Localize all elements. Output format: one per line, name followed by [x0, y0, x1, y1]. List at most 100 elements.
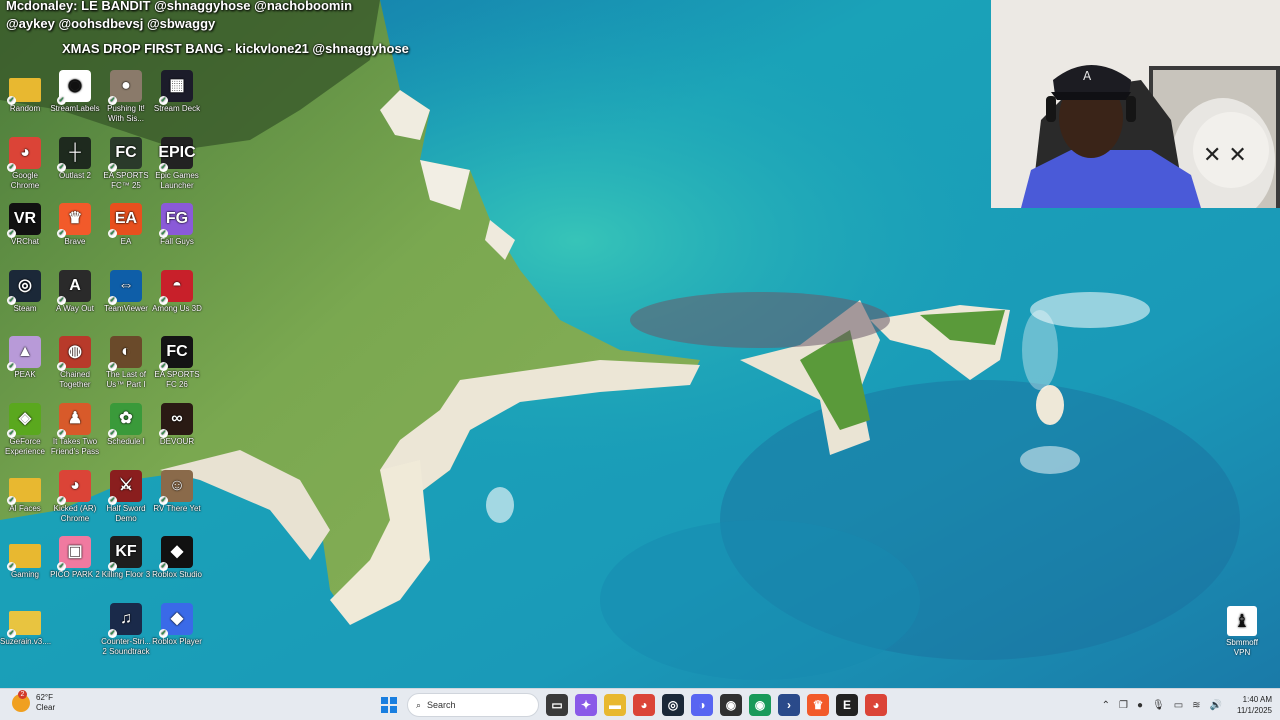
desktop-shortcut[interactable]: ◕ ✓ Google Chrome	[0, 136, 50, 191]
desktop-shortcut[interactable]: ◈ ✓ GeForce Experience	[0, 403, 50, 457]
desktop-shortcut[interactable]: FG ✓ Fall Guys	[152, 203, 202, 247]
desktop-shortcut-label: Random	[9, 104, 41, 113]
desktop-shortcut[interactable]: ☺ ✓ RV There Yet	[152, 469, 202, 514]
teamviewer-icon: ⇔ ✓	[108, 269, 142, 305]
desktop-shortcut[interactable]: ◍ ✓ Chained Together	[50, 336, 100, 390]
taskbar-copilot-icon[interactable]: ✦	[575, 694, 597, 716]
wifi-icon[interactable]: ≋	[1192, 700, 1200, 711]
taskbar-steam-icon[interactable]: ◎	[662, 694, 684, 716]
desktop-shortcut[interactable]: ◉ ✓ StreamLabels	[50, 70, 100, 114]
desktop-shortcut-label: Stream Deck	[153, 104, 201, 113]
sync-check-icon: ✓	[159, 295, 168, 305]
brave-icon: ♛ ✓	[57, 203, 91, 239]
desktop-shortcut[interactable]: ∞ ✓ DEVOUR	[152, 403, 202, 447]
sbmmoff-vpn-icon: ♝	[1227, 606, 1257, 636]
desktop-shortcut[interactable]: ✓ AI Faces	[0, 470, 50, 514]
weather-widget[interactable]: 2 62°F Clear	[12, 690, 55, 713]
desktop-shortcut[interactable]: ✓ Random	[0, 70, 50, 114]
search-icon: ⌕	[416, 699, 422, 710]
desktop-shortcut[interactable]: ◓ ✓ Among Us 3D	[152, 269, 202, 314]
desktop-shortcut-label: RV There Yet	[153, 503, 201, 513]
desktop-shortcut[interactable]: VR ✓ VRChat	[0, 203, 50, 247]
desktop-shortcut-label: Killing Floor 3	[101, 570, 151, 580]
desktop-icon-grid: ✓ Random ◉ ✓ StreamLabels ● ✓ Pushing It! With …	[0, 70, 210, 670]
copilot-tray-icon[interactable]: ❐	[1119, 700, 1128, 711]
desktop-shortcut-label: GeForce Experience	[4, 437, 46, 456]
weather-temperature: 62°F	[36, 693, 53, 702]
start-button[interactable]	[378, 694, 400, 716]
folder-icon: ✓	[7, 544, 41, 572]
desktop-shortcut[interactable]: ✓ Suzerain.v3....	[0, 603, 51, 647]
desktop-shortcut[interactable]: ● ✓ Pushing It! With Sis...	[101, 70, 151, 124]
network-icon[interactable]: ▭	[1174, 700, 1183, 711]
desktop-shortcut[interactable]: FC ✓ EA SPORTS FC™ 25	[101, 136, 151, 191]
roblox-player-icon: ◆ ✓	[159, 602, 193, 638]
chevron-up-icon[interactable]: ⌃	[1102, 700, 1110, 711]
geforce-icon: ◈ ✓	[7, 403, 41, 438]
taskbar-clock[interactable]: 1:40 AM 11/1/2025	[1237, 694, 1272, 716]
killing-floor-icon: KF ✓	[108, 536, 142, 572]
desktop-shortcut[interactable]: ◕ ✓ Kicked (AR) Chrome	[50, 469, 100, 524]
stream-deck-icon: ▦ ✓	[159, 70, 193, 105]
ea-fc26-icon: FC ✓	[159, 336, 193, 372]
desktop-shortcut[interactable]: ♛ ✓ Brave	[50, 203, 100, 247]
desktop-shortcut[interactable]: ⇔ ✓ TeamViewer	[101, 269, 151, 314]
desktop-shortcut[interactable]: KF ✓ Killing Floor 3	[101, 536, 151, 580]
taskbar-brave-icon[interactable]: ♛	[807, 694, 829, 716]
sync-check-icon: ✓	[108, 295, 117, 305]
desktop-shortcut[interactable]: ◆ ✓ Roblox Player	[152, 602, 202, 647]
desktop-shortcut-label: Google Chrome	[10, 170, 40, 190]
sbmmoff-vpn-label: Sbmmoff VPN	[1226, 638, 1258, 657]
desktop-shortcut[interactable]: FC ✓ EA SPORTS FC 26	[152, 336, 202, 390]
desktop-shortcut[interactable]: EA ✓ EA	[101, 203, 151, 247]
sync-check-icon: ✓	[108, 628, 117, 638]
desktop-shortcut-label: Kicked (AR) Chrome	[53, 503, 97, 523]
clock-time: 1:40 AM	[1242, 695, 1272, 704]
desktop-shortcut[interactable]: ▦ ✓ Stream Deck	[152, 70, 202, 114]
taskbar-task-view-icon[interactable]: ▭	[546, 694, 568, 716]
desktop-shortcut[interactable]: ◐ ✓ The Last of Us™ Part I	[101, 336, 151, 390]
sync-check-icon: ✓	[7, 495, 16, 505]
desktop-shortcut-label: Gaming	[10, 570, 39, 580]
sync-check-icon: ✓	[159, 495, 168, 505]
desktop-shortcut[interactable]: ▲ ✓ PEAK	[0, 336, 50, 380]
desktop-shortcut[interactable]: ✿ ✓ Schedule I	[101, 403, 151, 447]
desktop-shortcut[interactable]: ▣ ✓ PICO PARK 2	[50, 536, 100, 580]
sync-check-icon: ✓	[7, 162, 16, 172]
chained-together-icon: ◍ ✓	[57, 336, 91, 372]
folder-icon: ✓	[7, 477, 41, 505]
desktop-shortcut[interactable]: ┼ ✓ Outlast 2	[50, 136, 100, 181]
taskbar-chrome-icon[interactable]: ◕	[633, 694, 655, 716]
schedule-one-icon: ✿ ✓	[108, 403, 142, 438]
last-of-us-icon: ◐ ✓	[108, 336, 142, 372]
desktop-shortcut[interactable]: ◆ ✓ Roblox Studio	[152, 536, 202, 580]
search-placeholder: Search	[427, 700, 456, 710]
roblox-studio-icon: ◆ ✓	[159, 536, 193, 572]
taskbar-epic-games-icon[interactable]: E	[836, 694, 858, 716]
desktop-shortcut[interactable]: ⚔ ✓ Half Sword Demo	[101, 469, 151, 524]
volume-icon[interactable]: 🔊	[1210, 700, 1222, 711]
taskbar-streamlabels-icon[interactable]: ◉	[749, 694, 771, 716]
desktop-shortcut[interactable]: ◎ ✓ Steam	[0, 269, 50, 314]
taskbar-obs-icon[interactable]: ◉	[720, 694, 742, 716]
sbmmoff-vpn-shortcut[interactable]: ♝ Sbmmoff VPN	[1219, 606, 1265, 658]
desktop-shortcut[interactable]: ♫ ✓ Counter-Stri... 2 Soundtrack	[101, 602, 151, 657]
desktop-shortcut[interactable]: A ✓ A Way Out	[50, 269, 100, 314]
taskbar-search-box[interactable]: ⌕ Search	[407, 693, 539, 717]
desktop-shortcut[interactable]: EPIC ✓ Epic Games Launcher	[152, 136, 202, 191]
fall-guys-icon: FG ✓	[159, 203, 193, 239]
microphone-icon[interactable]: 🎙	[1152, 700, 1165, 711]
desktop-shortcut[interactable]: ♟ ✓ It Takes Two Friend's Pass	[50, 403, 100, 457]
devour-icon: ∞ ✓	[159, 403, 193, 438]
sync-check-icon: ✓	[159, 429, 168, 438]
app-tray-icon[interactable]: ●	[1137, 700, 1143, 711]
desktop-shortcut-label: EA	[120, 237, 132, 247]
taskbar-chrome-2-icon[interactable]: ◕	[865, 694, 887, 716]
taskbar-file-explorer-icon[interactable]: ▬	[604, 694, 626, 716]
taskbar-discord-icon[interactable]: ◑	[691, 694, 713, 716]
taskbar-powershell-icon[interactable]: ›	[778, 694, 800, 716]
sync-check-icon: ✓	[108, 96, 117, 105]
sync-check-icon: ✓	[159, 162, 168, 172]
webcam-overlay: ✕ ✕ A	[991, 0, 1280, 208]
desktop-shortcut[interactable]: ✓ Gaming	[0, 536, 50, 580]
